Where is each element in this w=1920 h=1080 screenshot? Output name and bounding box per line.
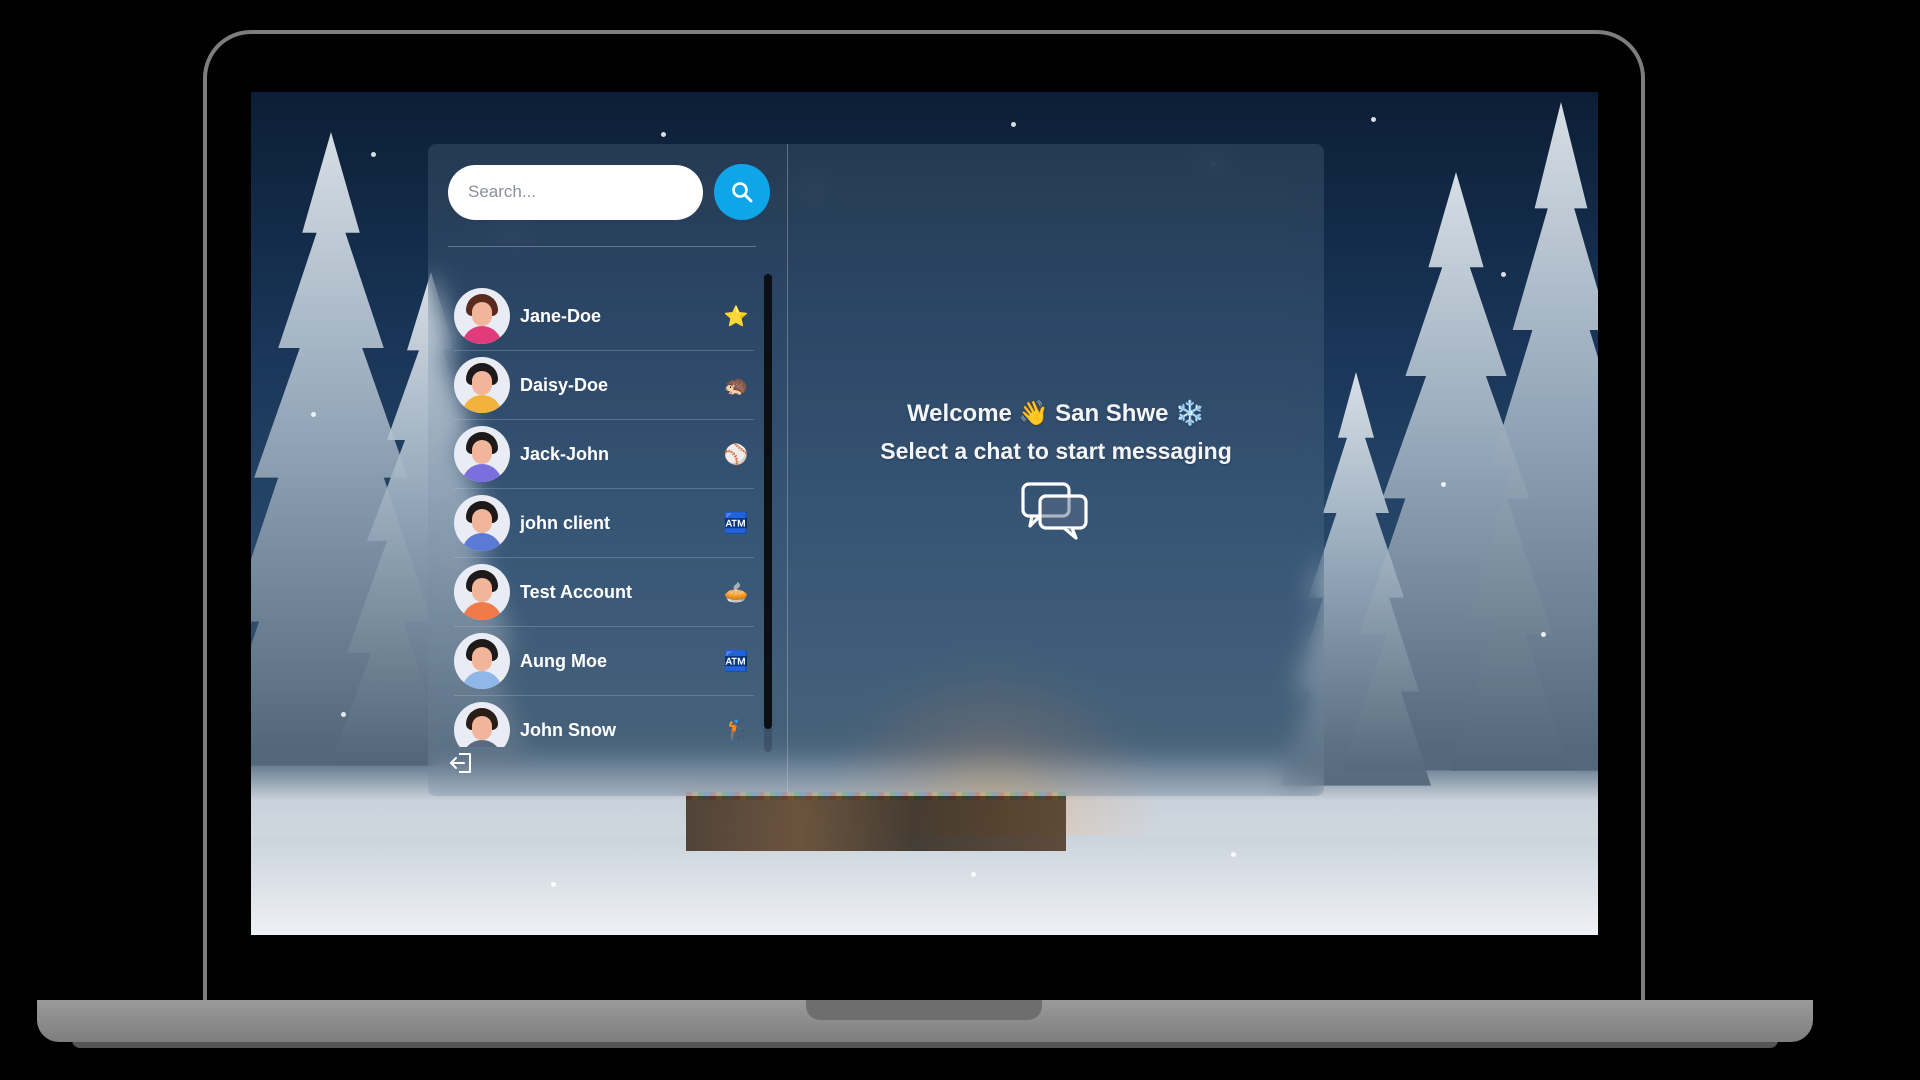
conversation-name: Daisy-Doe [520, 374, 609, 395]
avatar-face [472, 578, 492, 602]
conversation-emoji: 🦔 [723, 374, 749, 397]
avatar-face [472, 509, 492, 533]
sidebar-divider [448, 246, 756, 247]
conversation-name: Jane-Doe [520, 305, 602, 326]
snowflake [1371, 117, 1376, 122]
avatar-face [472, 302, 492, 326]
main-welcome-area: Welcome 👋 San Shwe ❄️ Select a chat to s… [788, 144, 1324, 796]
logout-icon [450, 753, 471, 773]
cabin [686, 796, 1066, 851]
search-input[interactable] [448, 164, 703, 220]
conversation-item[interactable]: John Snow 🏌 [454, 696, 754, 747]
welcome-heading: Welcome 👋 San Shwe ❄️ [906, 400, 1206, 427]
conversation-item[interactable]: Aung Moe 🏧 [454, 627, 754, 696]
conversation-item[interactable]: Daisy-Doe 🦔 [454, 351, 754, 420]
avatar-body [462, 326, 502, 344]
conversation-item[interactable]: Test Account 🥧 [454, 558, 754, 627]
conversation-name: Aung Moe [520, 650, 607, 671]
avatar [454, 495, 510, 551]
snowflake [971, 872, 976, 877]
snowflake [1541, 632, 1546, 637]
avatar-face [472, 647, 492, 671]
search-button[interactable] [714, 164, 770, 220]
sidebar: Jane-Doe ⭐ Daisy-Doe 🦔 [428, 144, 788, 796]
avatar-body [462, 395, 502, 413]
conversation-emoji: 🥧 [723, 581, 749, 604]
snowflake [1011, 122, 1016, 127]
snowflake [1441, 482, 1446, 487]
avatar [454, 288, 510, 344]
snowflake [341, 712, 346, 717]
avatar [454, 702, 510, 747]
chat-bubbles-icon [1021, 482, 1088, 540]
snowflake [1231, 852, 1236, 857]
conversation-emoji: 🏧 [723, 650, 749, 673]
logout-button[interactable] [448, 749, 476, 777]
conversation-emoji: 🏧 [723, 512, 749, 535]
search-icon [732, 182, 753, 203]
conversation-name: Test Account [520, 581, 633, 602]
avatar-body [462, 533, 502, 551]
avatar [454, 564, 510, 620]
snowflake [551, 882, 556, 887]
laptop-mockup: Jane-Doe ⭐ Daisy-Doe 🦔 [0, 0, 1920, 1080]
avatar [454, 357, 510, 413]
avatar-body [462, 602, 502, 620]
conversation-list: Jane-Doe ⭐ Daisy-Doe 🦔 Jack-John ⚾ john … [454, 282, 754, 747]
scrollbar-thumb[interactable] [764, 274, 772, 729]
avatar-face [472, 371, 492, 395]
snowflake [311, 412, 316, 417]
conversation-emoji: 🏌 [723, 719, 749, 742]
avatar [454, 633, 510, 689]
conversation-emoji: ⭐ [723, 305, 749, 328]
laptop-notch [806, 1000, 1042, 1020]
welcome-subtext: Select a chat to start messaging [880, 438, 1232, 464]
chat-panel: Jane-Doe ⭐ Daisy-Doe 🦔 [428, 144, 1324, 796]
conversation-name: john client [520, 512, 610, 533]
snowflake [661, 132, 666, 137]
conversation-item[interactable]: Jack-John ⚾ [454, 420, 754, 489]
conversation-item[interactable]: Jane-Doe ⭐ [454, 282, 754, 351]
conversation-name: Jack-John [520, 443, 610, 464]
avatar-face [472, 440, 492, 464]
search-form [448, 164, 770, 220]
snowflake [371, 152, 376, 157]
avatar [454, 426, 510, 482]
snowflake [1501, 272, 1506, 277]
avatar-body [462, 671, 502, 689]
avatar-body [462, 740, 502, 747]
conversation-item[interactable]: john client 🏧 [454, 489, 754, 558]
avatar-body [462, 464, 502, 482]
conversation-scrollbar[interactable] [764, 274, 772, 752]
conversation-name: John Snow [520, 719, 616, 740]
conversation-emoji: ⚾ [723, 443, 749, 466]
avatar-face [472, 716, 492, 740]
